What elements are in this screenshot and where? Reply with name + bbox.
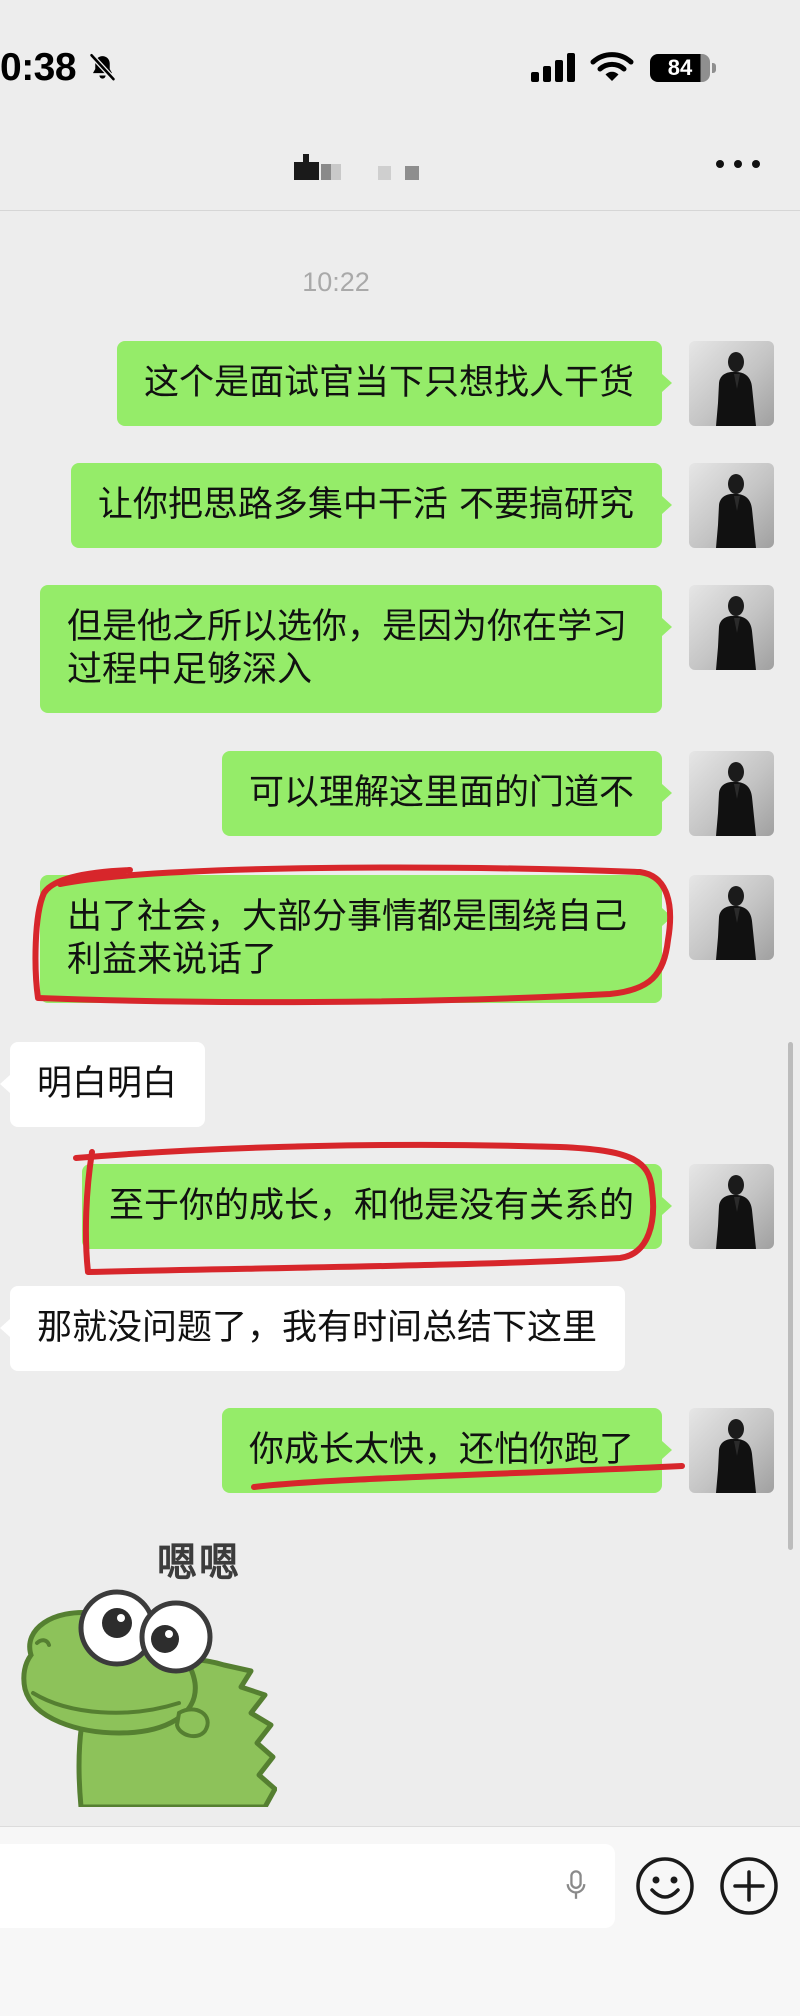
contact-name-redacted [290, 150, 430, 186]
message-timestamp: 10:22 [302, 267, 370, 297]
scrollbar[interactable] [788, 1042, 793, 1550]
outgoing-message[interactable]: 可以理解这里面的门道不 [221, 751, 673, 836]
redaction-block [405, 166, 419, 180]
sticker-hand [174, 1707, 210, 1739]
status-bar: 0:38 84 [0, 0, 800, 110]
incoming-message[interactable]: 那就没问题了，我有时间总结下这里 [0, 1286, 626, 1371]
redaction-block [331, 164, 341, 180]
sticker-caption: 嗯嗯 [157, 1540, 241, 1586]
outgoing-message[interactable]: 但是他之所以选你，是因为你在学习过程中足够深入 [40, 585, 672, 713]
redaction-block [321, 164, 331, 180]
mic-icon[interactable] [565, 1869, 587, 1903]
avatar[interactable] [689, 751, 774, 836]
redaction-block [378, 166, 391, 180]
outgoing-message[interactable]: 这个是面试官当下只想找人干货 [116, 341, 673, 426]
outgoing-message[interactable]: 出了社会，大部分事情都是围绕自己利益来说话了 [40, 875, 672, 1003]
avatar[interactable] [689, 875, 774, 960]
outgoing-message[interactable]: 至于你的成长，和他是没有关系的 [81, 1164, 673, 1249]
redaction-block [303, 154, 309, 162]
avatar[interactable] [689, 585, 774, 670]
battery-tip [712, 63, 716, 73]
input-bar [0, 1826, 800, 2016]
avatar[interactable] [689, 1408, 774, 1493]
incoming-message[interactable]: 明白明白 [0, 1042, 206, 1127]
more-icon[interactable] [716, 160, 762, 170]
outgoing-message[interactable]: 让你把思路多集中干活 不要搞研究 [70, 463, 673, 548]
bell-off-icon [87, 52, 118, 83]
battery-icon: 84 [650, 54, 710, 82]
chat-header [0, 110, 800, 211]
chat-list[interactable]: 10:22 这个是面试官当下只想找人干货 让你把思路多集中干活 不要搞研究 但是… [0, 211, 800, 1826]
battery-level: 84 [667, 55, 693, 80]
redaction-block [294, 162, 319, 180]
outgoing-message[interactable]: 你成长太快，还怕你跑了 [221, 1408, 673, 1493]
avatar[interactable] [689, 341, 774, 426]
signal-icon [531, 52, 577, 82]
message-input[interactable] [0, 1844, 615, 1928]
status-time: 0:38 [0, 46, 77, 89]
avatar[interactable] [689, 463, 774, 548]
avatar[interactable] [689, 1164, 774, 1249]
emoji-icon[interactable] [635, 1856, 695, 1916]
wifi-icon [590, 51, 634, 82]
plus-icon[interactable] [719, 1856, 779, 1916]
